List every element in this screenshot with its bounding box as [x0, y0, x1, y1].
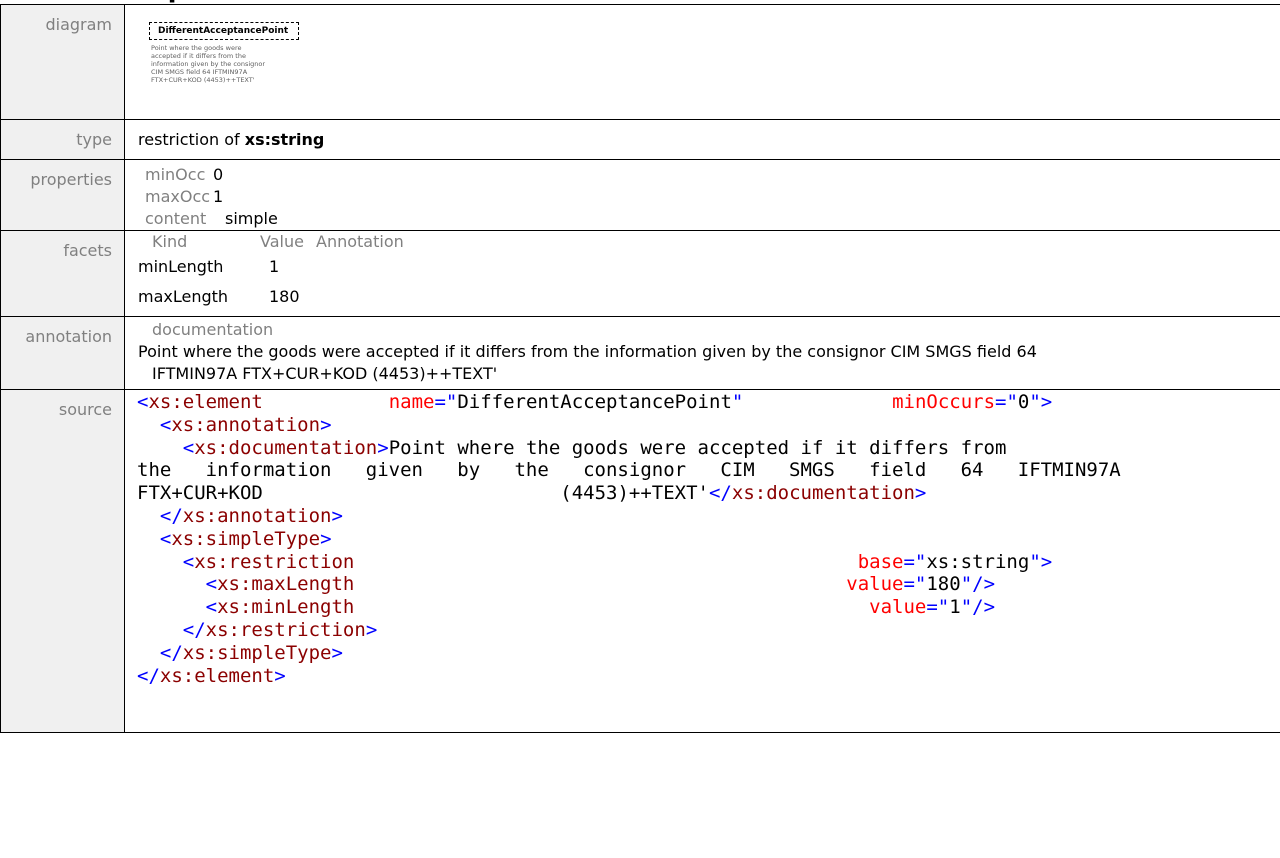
type-value: restriction of xs:string — [124, 119, 1280, 160]
source-tag-name: xs:annotation — [182, 504, 332, 527]
source-bracket: < — [205, 573, 218, 596]
facets-label: facets — [0, 230, 125, 317]
annotation-text-line-2: IFTMIN97A FTX+CUR+KOD (4453)++TEXT' — [152, 364, 498, 383]
source-tag-name: xs:maxLength — [217, 573, 355, 596]
source-text — [263, 391, 389, 413]
annotation-row: annotation documentation Point where the… — [0, 316, 1280, 390]
source-bracket: </ — [182, 618, 206, 641]
source-bracket: " — [731, 391, 744, 413]
source-text: DifferentAcceptancePoint — [457, 391, 732, 413]
diagram-element-name: DifferentAcceptancePoint — [158, 26, 289, 36]
source-tag-name: xs:minLength — [217, 596, 355, 619]
source-text: (4453)++TEXT' — [560, 482, 709, 505]
source-bracket: > — [377, 436, 389, 459]
annotation-text-line-1: Point where the goods were accepted if i… — [138, 342, 1037, 361]
source-text: xs:string — [926, 550, 1030, 573]
source-bracket: < — [159, 413, 172, 436]
source-cell: <xs:element name="DifferentAcceptancePoi… — [124, 389, 1280, 733]
source-bracket: </ — [137, 664, 160, 687]
source-bracket: < — [137, 391, 149, 413]
source-bracket: > — [274, 664, 286, 687]
source-bracket: < — [205, 596, 218, 619]
facets-header: Kind Value Annotation — [152, 232, 404, 251]
source-row: source <xs:element name="DifferentAccept… — [0, 389, 1280, 733]
source-tag-name: xs:documentation — [731, 482, 915, 505]
facet-max-length: maxLength 180 — [138, 287, 300, 306]
properties-label: properties — [0, 159, 125, 231]
source-bracket: > — [331, 504, 343, 527]
facets-cell: Kind Value Annotation minLength 1 maxLen… — [124, 230, 1280, 317]
source-bracket: </ — [708, 482, 732, 505]
diagram-label: diagram — [0, 4, 125, 120]
property-content: content simple — [145, 209, 278, 228]
source-bracket: > — [365, 618, 378, 641]
source-bracket: > — [331, 641, 343, 664]
source-text — [743, 391, 892, 413]
source-attribute-name: minOccurs — [892, 391, 996, 413]
source-bracket: =" — [434, 391, 458, 413]
source-text: Point where the goods were accepted if i… — [388, 436, 1007, 459]
source-label: source — [0, 389, 125, 733]
annotation-label: annotation — [0, 316, 125, 390]
properties-cell: minOcc 0 maxOcc 1 content simple — [124, 159, 1280, 231]
source-bracket: > — [320, 527, 332, 550]
source-bracket: "> — [1029, 391, 1053, 413]
diagram-documentation: Point where the goods were accepted if i… — [151, 44, 266, 84]
source-text: 0 — [1017, 391, 1030, 413]
source-text: 180 — [926, 573, 961, 596]
diagram-row: diagram DifferentAcceptancePoint Point w… — [0, 4, 1280, 120]
diagram-element-box[interactable]: DifferentAcceptancePoint — [149, 22, 299, 40]
source-bracket: < — [159, 527, 172, 550]
source-tag-name: xs:element — [148, 391, 263, 413]
source-bracket: "/> — [960, 596, 996, 619]
source-attribute-name: name — [388, 391, 435, 413]
source-bracket: < — [182, 436, 195, 459]
type-label: type — [0, 119, 125, 160]
source-tag-name: xs:annotation — [171, 413, 321, 436]
source-bracket: </ — [159, 641, 183, 664]
source-bracket: =" — [995, 391, 1018, 413]
source-bracket: =" — [926, 596, 950, 619]
source-bracket: < — [182, 550, 195, 573]
properties-row: properties minOcc 0 maxOcc 1 content sim… — [0, 159, 1280, 231]
source-bracket: "> — [1029, 550, 1053, 573]
source-tag-name: xs:documentation — [194, 436, 378, 459]
source-bracket: "/> — [960, 573, 996, 596]
source-tag-name: xs:restriction — [205, 618, 366, 641]
property-min-occurs: minOcc 0 — [145, 165, 224, 184]
annotation-title: documentation — [152, 320, 274, 339]
property-max-occurs: maxOcc 1 — [145, 187, 224, 206]
source-bracket: </ — [159, 504, 183, 527]
source-bracket: > — [914, 482, 927, 505]
source-text: FTX+CUR+KOD — [137, 482, 263, 505]
diagram-figure: DifferentAcceptancePoint Point where the… — [125, 5, 1280, 119]
type-base-link[interactable]: xs:string — [245, 130, 325, 149]
source-text: the information given by the consignor C… — [137, 459, 1121, 482]
source-attribute-name: value — [846, 573, 904, 596]
facet-min-length: minLength 1 — [138, 257, 280, 276]
facets-row: facets Kind Value Annotation minLength 1… — [0, 230, 1280, 317]
source-attribute-name: value — [869, 596, 927, 619]
source-tag-name: xs:restriction — [194, 550, 355, 573]
source-text: 1 — [949, 596, 961, 619]
source-tag-name: xs:simpleType — [171, 527, 321, 550]
element-doc-table: diagram DifferentAcceptancePoint Point w… — [0, 4, 1280, 733]
source-code: <xs:element name="DifferentAcceptancePoi… — [125, 390, 1280, 732]
source-tag-name: xs:element — [159, 664, 275, 687]
type-row: type restriction of xs:string — [0, 119, 1280, 160]
source-tag-name: xs:simpleType — [182, 641, 332, 664]
diagram-cell: DifferentAcceptancePoint Point where the… — [124, 4, 1280, 120]
source-attribute-name: base — [857, 550, 904, 573]
source-bracket: =" — [903, 573, 927, 596]
annotation-cell: documentation Point where the goods were… — [124, 316, 1280, 390]
source-bracket: > — [320, 413, 332, 436]
source-bracket: =" — [903, 550, 927, 573]
